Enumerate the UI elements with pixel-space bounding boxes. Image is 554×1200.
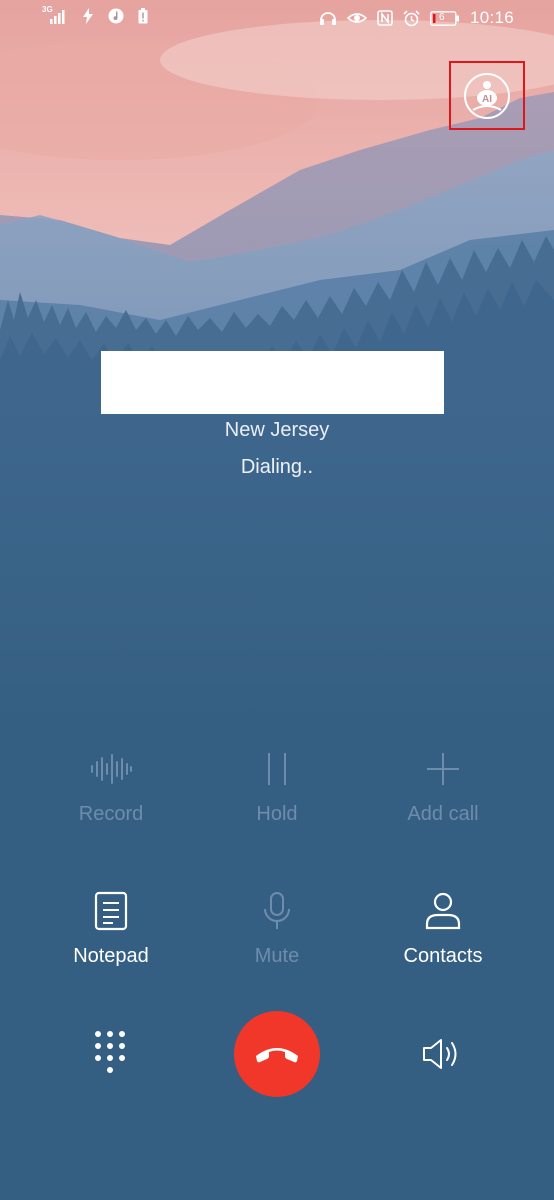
charging-bolt-icon	[83, 8, 93, 24]
end-call-button[interactable]	[234, 1011, 320, 1097]
headset-icon	[319, 12, 336, 25]
contacts-label: Contacts	[403, 945, 483, 967]
speaker-icon	[423, 1039, 457, 1069]
person-icon	[425, 892, 461, 930]
add-call-label: Add call	[407, 803, 479, 825]
plus-icon	[427, 753, 459, 785]
phone-hangup-icon	[256, 1048, 298, 1063]
clock-time: 10:16	[469, 8, 514, 27]
battery-percent: 6	[438, 11, 445, 23]
waveform-icon	[91, 754, 132, 784]
call-screen: 3G 6 10:16 AI New Jersey Dialing.. Recor…	[0, 0, 554, 1200]
mute-button[interactable]: Mute	[207, 885, 347, 968]
call-status: Dialing..	[240, 456, 314, 478]
pause-icon	[268, 753, 286, 785]
speaker-button[interactable]	[414, 1026, 470, 1082]
battery-icon: 6	[430, 10, 460, 26]
record-label: Record	[78, 803, 144, 825]
contacts-button[interactable]: Contacts	[373, 885, 513, 968]
ai-assistant-icon: AI	[464, 72, 510, 119]
nfc-icon	[377, 10, 393, 26]
microphone-icon	[264, 892, 290, 929]
notepad-icon	[94, 891, 128, 931]
dialpad-button[interactable]	[82, 1026, 138, 1082]
battery-alert-icon	[138, 8, 148, 24]
network-type-label: 3G	[42, 5, 53, 14]
music-icon	[108, 8, 124, 24]
ai-assistant-button[interactable]: AI	[449, 61, 525, 130]
eye-icon	[346, 13, 367, 23]
notepad-button[interactable]: Notepad	[41, 885, 181, 968]
hold-label: Hold	[256, 803, 298, 825]
signal-icon: 3G	[42, 5, 68, 24]
dialpad-icon	[95, 1031, 125, 1073]
notepad-label: Notepad	[73, 945, 149, 967]
caller-location: New Jersey	[224, 419, 330, 441]
hold-button[interactable]: Hold	[207, 743, 347, 826]
alarm-icon	[403, 9, 420, 26]
add-call-button[interactable]: Add call	[373, 743, 513, 826]
record-button[interactable]: Record	[41, 743, 181, 826]
mute-label: Mute	[254, 945, 300, 967]
caller-name-redacted	[101, 351, 444, 414]
status-bar: 3G 6 10:16	[0, 0, 554, 36]
ai-label: AI	[482, 94, 492, 105]
